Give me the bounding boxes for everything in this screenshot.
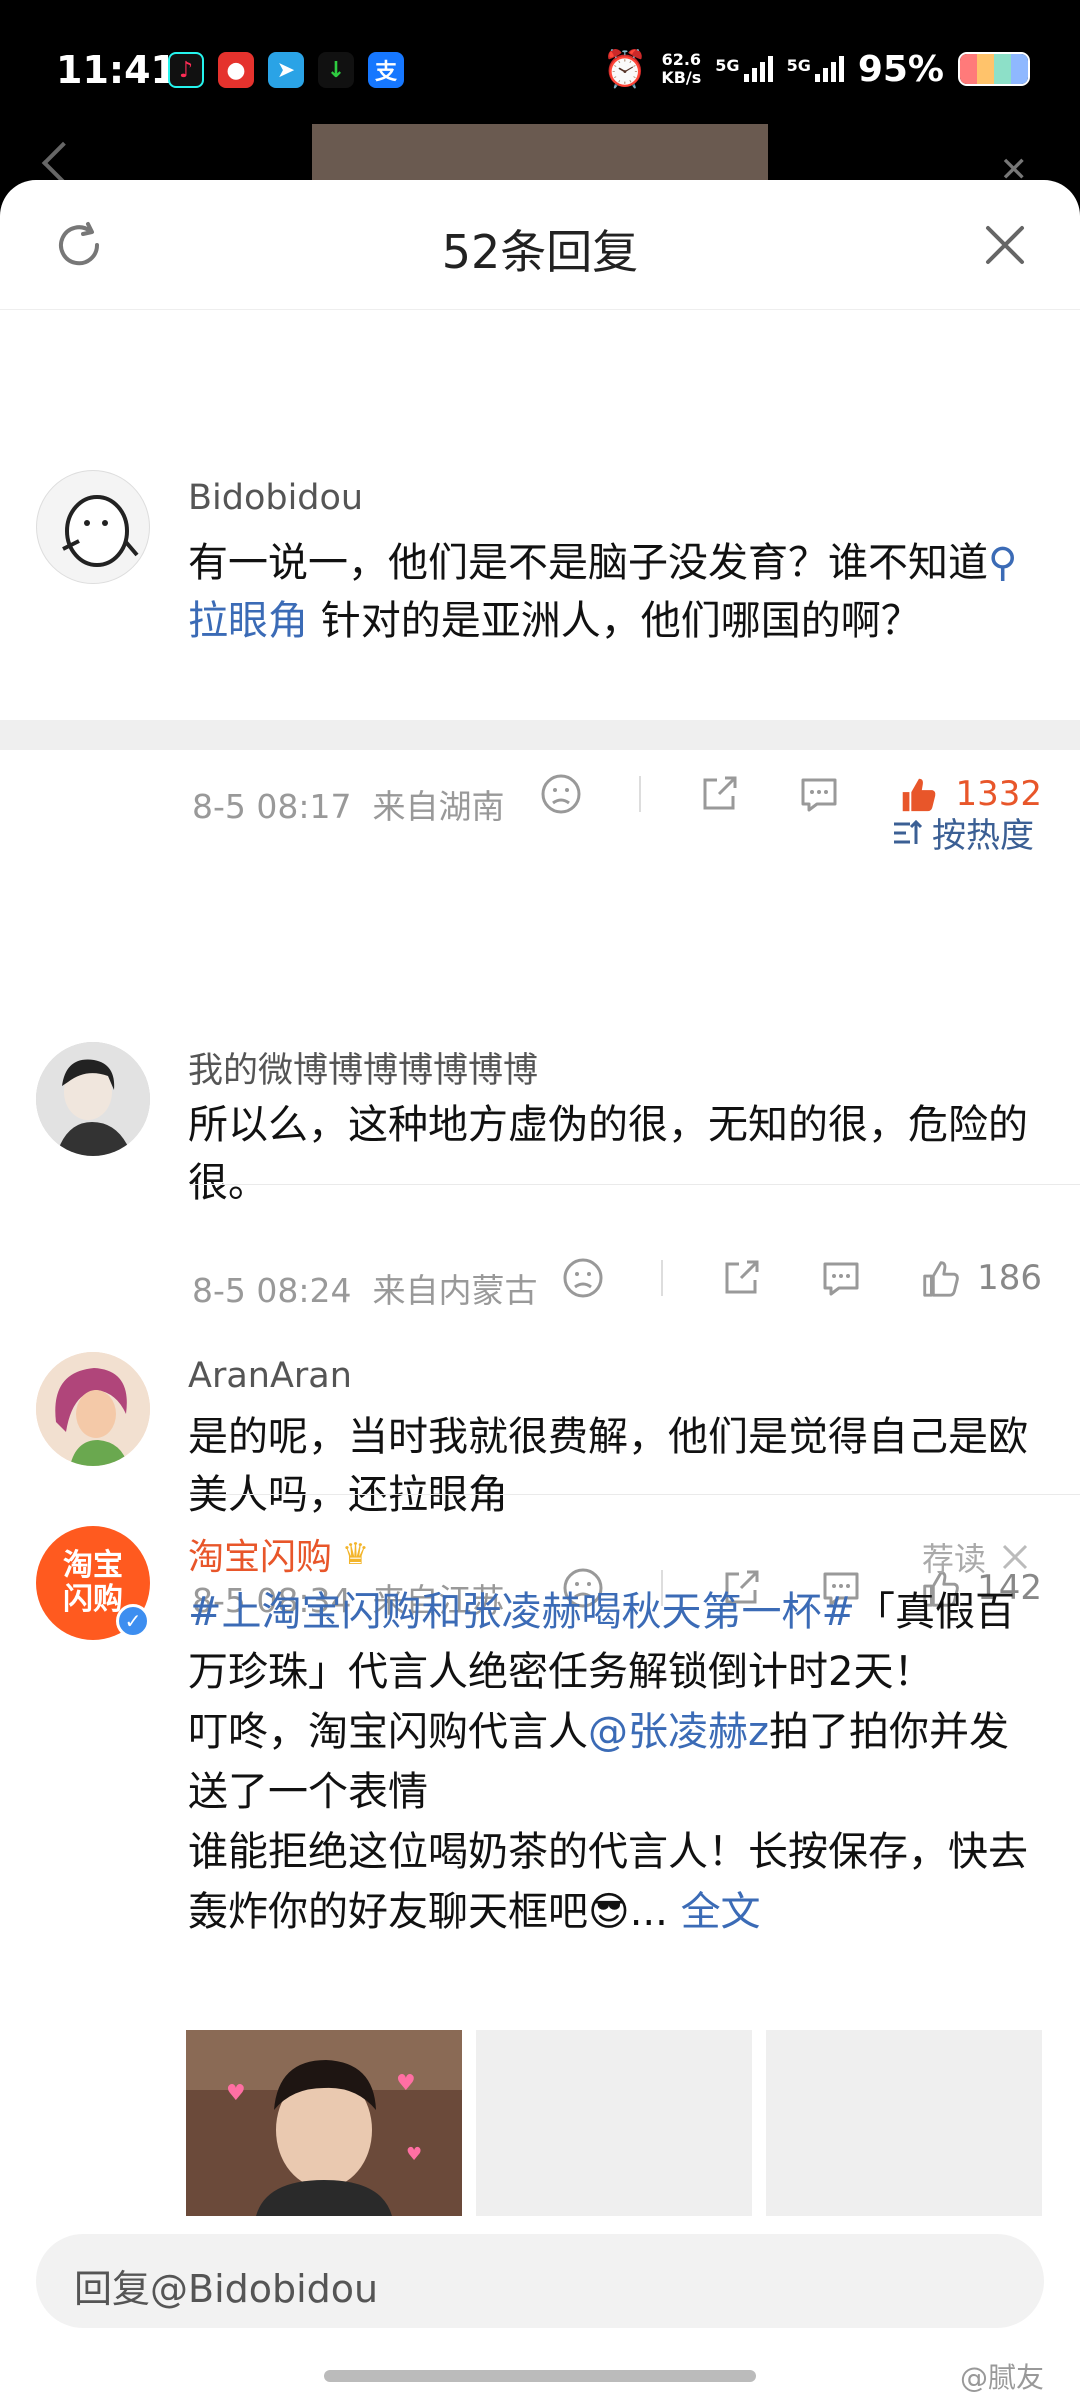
reply-username[interactable]: 我的微博博博博博博博 bbox=[188, 1042, 538, 1093]
tiktok-icon: ♪ bbox=[168, 52, 204, 88]
close-icon[interactable] bbox=[982, 222, 1028, 268]
sort-icon bbox=[894, 819, 923, 844]
ad-photo-icon: ♥ ♥ ♥ bbox=[186, 2030, 462, 2216]
back-arrow-icon bbox=[41, 141, 85, 185]
like-button[interactable]: 186 bbox=[919, 1257, 1042, 1299]
signal-bars-icon bbox=[814, 56, 844, 82]
divider bbox=[639, 776, 642, 812]
like-count: 186 bbox=[977, 1258, 1042, 1298]
signal-bars-icon bbox=[743, 56, 773, 82]
divider bbox=[661, 1260, 664, 1296]
status-right: ⏰ 62.6 KB/s 5G 5G 95% bbox=[602, 48, 1030, 90]
reply-actions: 186 bbox=[505, 1256, 1042, 1300]
signal-2: 5G bbox=[787, 56, 844, 82]
telegram-icon: ➤ bbox=[268, 52, 304, 88]
status-time: 11:41 bbox=[56, 48, 177, 92]
dislike-icon[interactable] bbox=[539, 772, 583, 816]
comment-meta: 8-5 08:17 来自湖南 bbox=[192, 787, 505, 826]
sheet-title: 52条回复 bbox=[441, 225, 639, 279]
comment-text: 有一说一，他们是不是脑子没发育？谁不知道⚲拉眼角 针对的是亚洲人，他们哪国的啊？ bbox=[188, 540, 1018, 644]
svg-text:♥: ♥ bbox=[226, 2081, 246, 2106]
ad-username[interactable]: 淘宝闪购 ♛ bbox=[188, 1528, 369, 1580]
avatar-illustration-icon bbox=[36, 1352, 150, 1466]
hashtag-link[interactable]: #上淘宝闪购和张凌赫喝秋天第一杯# bbox=[188, 1589, 855, 1635]
mention-link[interactable]: @张凌赫z bbox=[588, 1709, 769, 1755]
expand-text-link[interactable]: 全文 bbox=[681, 1889, 761, 1935]
home-indicator[interactable] bbox=[324, 2370, 756, 2382]
row-divider bbox=[190, 1184, 1080, 1185]
dislike-icon[interactable] bbox=[561, 1256, 605, 1300]
ad-tag[interactable]: 荐读 bbox=[922, 1534, 1030, 1580]
avatar-drawing-icon bbox=[62, 495, 139, 567]
reply-username[interactable]: AranAran bbox=[188, 1356, 352, 1396]
reply-text: 所以么，这种地方虚伪的很，无知的很，危险的很。 bbox=[188, 1102, 1028, 1206]
sort-by-hot-button[interactable]: 按热度 bbox=[890, 808, 1034, 857]
ad-avatar[interactable]: 淘宝闪购 ✓ bbox=[36, 1526, 150, 1640]
avatar[interactable] bbox=[36, 1042, 150, 1156]
ad-image[interactable] bbox=[476, 2030, 752, 2216]
reply-meta: 8-5 08:24 来自内蒙古 bbox=[192, 1271, 538, 1310]
reply-input[interactable]: 回复@Bidobidou bbox=[36, 2234, 1044, 2328]
signal-1: 5G bbox=[715, 56, 773, 82]
alipay-icon: 支 bbox=[368, 52, 404, 88]
comment-icon[interactable] bbox=[819, 1256, 863, 1300]
news-icon: ● bbox=[218, 52, 254, 88]
comment-username[interactable]: Bidobidou bbox=[188, 478, 363, 518]
alarm-icon: ⏰ bbox=[602, 49, 648, 90]
svg-text:♥: ♥ bbox=[406, 2144, 422, 2165]
download-icon: ↓ bbox=[318, 52, 354, 88]
sheet-header: 52条回复 bbox=[0, 180, 1080, 310]
ad-image[interactable]: ♥ ♥ ♥ bbox=[186, 2030, 462, 2216]
network-speed: 62.6 KB/s bbox=[661, 50, 702, 87]
avatar[interactable] bbox=[36, 470, 150, 584]
search-icon: ⚲ bbox=[988, 540, 1018, 586]
verified-badge-icon: ✓ bbox=[116, 1604, 150, 1638]
avatar[interactable] bbox=[36, 1352, 150, 1466]
battery-percent: 95% bbox=[857, 48, 944, 90]
share-icon[interactable] bbox=[697, 772, 741, 816]
comment-icon[interactable] bbox=[797, 772, 841, 816]
replies-sheet: 52条回复 Bidobidou 有一说一，他们是不是脑子没发育？谁不知道⚲拉眼角… bbox=[0, 180, 1080, 2400]
status-app-icons: ♪ ● ➤ ↓ 支 bbox=[168, 52, 404, 88]
row-divider bbox=[190, 1494, 1080, 1495]
share-icon[interactable] bbox=[719, 1256, 763, 1300]
thumbs-up-icon bbox=[923, 1261, 959, 1297]
reply-text: 是的呢，当时我就很费解，他们是觉得自己是欧美人吗，还拉眼角 bbox=[188, 1414, 1028, 1518]
avatar-photo-icon bbox=[36, 1042, 150, 1156]
svg-text:♥: ♥ bbox=[396, 2071, 416, 2096]
ad-text: #上淘宝闪购和张凌赫喝秋天第一杯#「真假百万珍珠」代言人绝密任务解锁倒计时2天！… bbox=[188, 1589, 1028, 1935]
battery-icon bbox=[958, 52, 1030, 86]
dismiss-icon[interactable] bbox=[1000, 1542, 1030, 1572]
section-separator bbox=[0, 720, 1080, 750]
status-bar: 11:41 ♪ ● ➤ ↓ 支 ⏰ 62.6 KB/s 5G 5G 95% bbox=[0, 0, 1080, 140]
crown-icon: ♛ bbox=[342, 1536, 369, 1572]
ad-image[interactable] bbox=[766, 2030, 1042, 2216]
background-video bbox=[312, 124, 768, 184]
watermark: @腻友 bbox=[959, 2361, 1044, 2394]
